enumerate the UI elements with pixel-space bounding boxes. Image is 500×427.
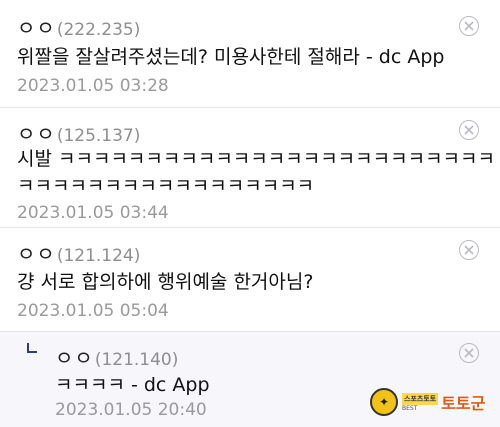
delete-comment-button[interactable] (459, 120, 479, 140)
comment-ip: (121.140) (94, 350, 179, 370)
comment-nickname[interactable]: ㅇㅇ (17, 12, 56, 41)
comment-item: ㅇㅇ (222.235) 위짤을 잘살려주셨는데? 미용사한테 절해라 - dc… (0, 0, 500, 108)
delete-comment-button[interactable] (459, 16, 479, 36)
mascot-icon: ✦ (370, 388, 398, 416)
close-icon (464, 125, 474, 135)
comment-ip: (222.235) (56, 20, 141, 40)
reply-comment-item: ㅇㅇ (121.140) ㅋㅋㅋㅋ - dc App 2023.01.05 20… (0, 332, 500, 427)
comment-ip: (125.137) (56, 126, 141, 146)
comment-nickname[interactable]: ㅇㅇ (17, 238, 56, 267)
comment-text-line: 시발 ㅋㅋㅋㅋㅋㅋㅋㅋㅋㅋㅋㅋㅋㅋㅋㅋㅋㅋㅋㅋㅋㅋㅋㅋㅋ (17, 148, 496, 170)
close-icon (464, 245, 474, 255)
reply-arrow-icon (27, 343, 37, 353)
close-icon (464, 21, 474, 31)
comment-text: 걍 서로 합의하에 행위예술 한거아님? (17, 271, 314, 293)
delete-comment-button[interactable] (459, 240, 479, 260)
comment-date: 2023.01.05 20:40 (55, 400, 207, 420)
watermark-bottom: BEST (402, 404, 418, 412)
close-icon (464, 348, 474, 358)
comment-date: 2023.01.05 03:44 (17, 203, 169, 223)
watermark-top: 스포츠토토 (402, 392, 439, 405)
comment-text-line: ㅋㅋㅋㅋㅋㅋㅋㅋㅋㅋㅋㅋㅋㅋㅋㅋㅋ (17, 175, 315, 197)
comment-date: 2023.01.05 05:04 (17, 301, 169, 321)
watermark-logo: ✦ 스포츠토토 BEST 토토군 (370, 385, 490, 419)
comment-item: ㅇㅇ (125.137) 시발 ㅋㅋㅋㅋㅋㅋㅋㅋㅋㅋㅋㅋㅋㅋㅋㅋㅋㅋㅋㅋㅋㅋㅋㅋ… (0, 108, 500, 228)
watermark-title: 토토군 (441, 394, 486, 413)
watermark-text: 스포츠토토 BEST (402, 392, 439, 412)
delete-comment-button[interactable] (459, 343, 479, 363)
comment-text: ㅋㅋㅋㅋ - dc App (55, 374, 210, 396)
comment-ip: (121.124) (56, 246, 141, 266)
comment-header: ㅇㅇ (125.137) (17, 118, 141, 147)
comment-header: ㅇㅇ (121.140) (55, 342, 179, 371)
comment-header: ㅇㅇ (222.235) (17, 12, 141, 41)
comment-nickname[interactable]: ㅇㅇ (55, 342, 94, 371)
comment-header: ㅇㅇ (121.124) (17, 238, 141, 267)
comment-item: ㅇㅇ (121.124) 걍 서로 합의하에 행위예술 한거아님? 2023.0… (0, 228, 500, 332)
comment-nickname[interactable]: ㅇㅇ (17, 118, 56, 147)
comment-date: 2023.01.05 03:28 (17, 76, 169, 96)
comment-text: 위짤을 잘살려주셨는데? 미용사한테 절해라 - dc App (17, 46, 445, 68)
